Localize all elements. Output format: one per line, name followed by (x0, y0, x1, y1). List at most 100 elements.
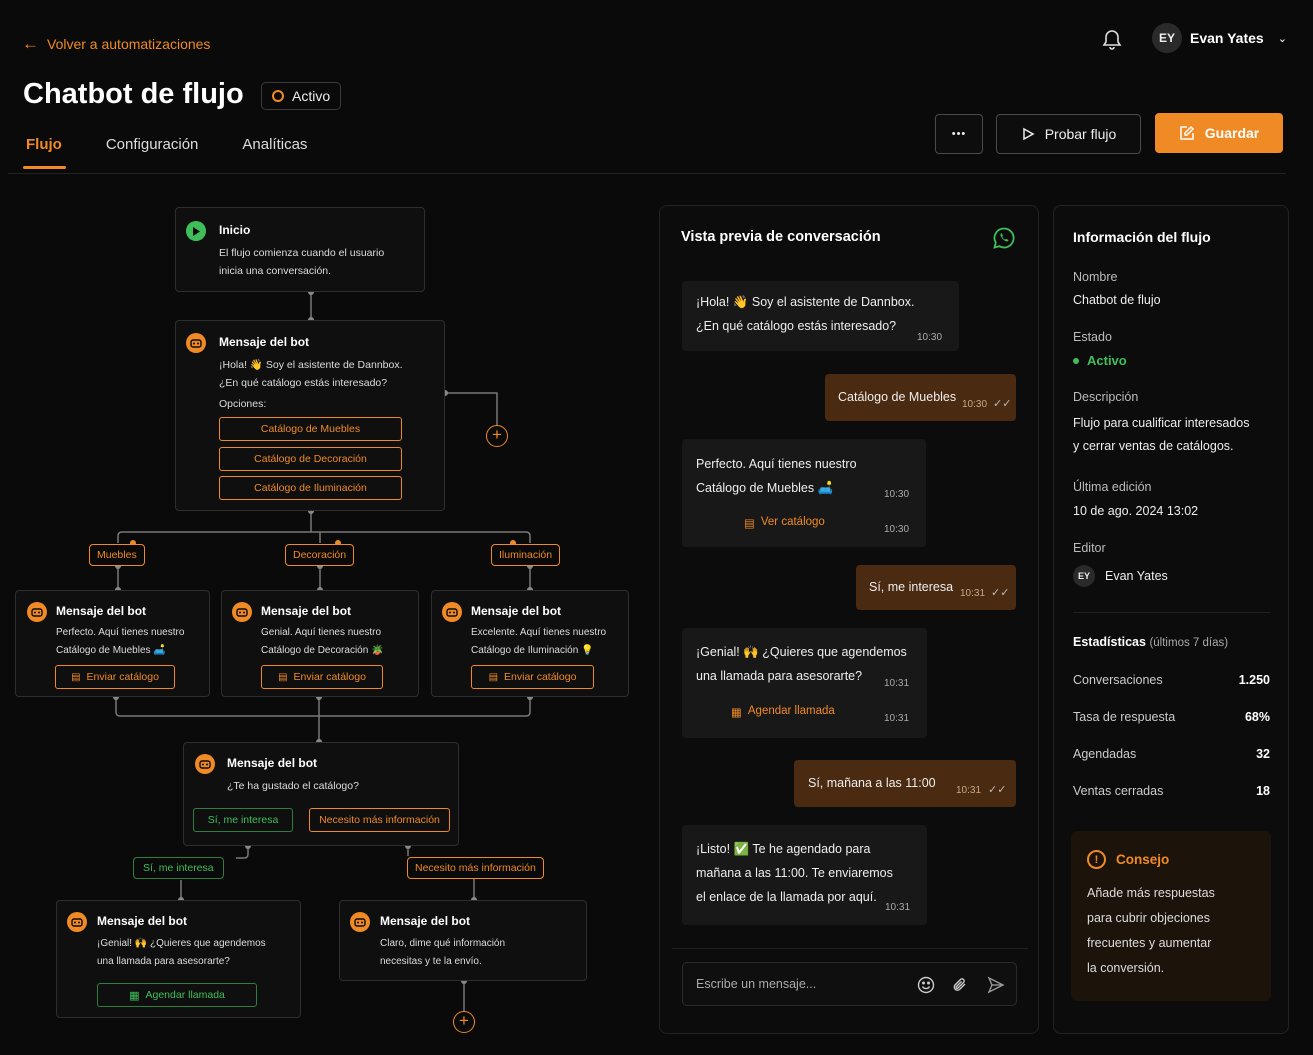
description-label: Descripción (1073, 390, 1139, 404)
flow-node-bot-schedule[interactable]: Mensaje del bot ¡Genial! 🙌 ¿Quieres que … (56, 900, 301, 1018)
status-dot-icon (1073, 357, 1079, 364)
info-icon: ! (1087, 850, 1106, 869)
flow-node-bot-muebles[interactable]: Mensaje del bot Perfecto. Aquí tienes nu… (15, 590, 210, 697)
message-time: 10:30 (884, 489, 910, 500)
chat-message-user: Sí, mañana a las 11:00 (794, 760, 1016, 807)
add-node-button[interactable]: + (486, 425, 508, 447)
message-time: 10:31 (885, 902, 911, 913)
play-icon (186, 221, 206, 241)
state-value: Activo (1073, 353, 1127, 368)
flow-node-bot-question[interactable]: Mensaje del bot ¿Te ha gustado el catálo… (183, 742, 459, 846)
flow-node-start[interactable]: Inicio El flujo comienza cuando el usuar… (175, 207, 425, 292)
node-title: Mensaje del bot (219, 335, 310, 349)
node-title: Mensaje del bot (227, 756, 318, 770)
message-time: 10:30 (884, 524, 910, 535)
calendar-icon: ▦ (129, 989, 140, 1002)
flow-node-bot-decoracion[interactable]: Mensaje del bot Genial. Aquí tienes nues… (221, 590, 419, 697)
more-button[interactable]: ••• (935, 114, 983, 154)
stat-row-conversaciones: Conversaciones 1.250 (1073, 673, 1270, 687)
state-label: Estado (1073, 330, 1112, 344)
document-icon: ▤ (71, 671, 81, 683)
node-text: Claro, dime qué información necesitas y t… (380, 938, 506, 967)
message-time: 10:31 (956, 785, 982, 796)
last-edited-label: Última edición (1073, 480, 1152, 494)
description-value: Flujo para cualificar interesados y cerra… (1073, 416, 1250, 453)
last-edited-value: 10 de ago. 2024 13:02 (1073, 504, 1199, 518)
editor-label: Editor (1073, 541, 1106, 555)
document-icon: ▤ (488, 671, 499, 683)
chat-divider (672, 948, 1028, 949)
node-title: Mensaje del bot (97, 914, 188, 928)
robot-icon (195, 754, 215, 774)
node-title: Inicio (219, 223, 251, 237)
option-muebles-button[interactable]: Catálogo de Muebles (219, 417, 402, 441)
stat-row-agendadas: Agendadas 32 (1073, 747, 1270, 761)
node-title: Mensaje del bot (471, 604, 562, 618)
name-value: Chatbot de flujo (1073, 293, 1161, 307)
flow-connectors (113, 289, 533, 1011)
robot-icon (442, 602, 462, 622)
emoji-icon[interactable] (917, 976, 935, 994)
document-icon: ▤ (744, 518, 755, 530)
branch-tag-iluminacion: Iluminación (491, 544, 561, 566)
node-text: Genial. Aquí tienes nuestro Catálogo de D… (261, 627, 384, 656)
branch-tag-muebles: Muebles (89, 544, 145, 566)
send-catalog-button[interactable]: ▤ Enviar catálogo (471, 665, 594, 689)
message-input-placeholder: Escribe un mensaje... (696, 977, 817, 991)
play-icon (1022, 127, 1035, 141)
user-menu[interactable]: EY Evan Yates ⌄ (1152, 23, 1287, 53)
send-icon[interactable] (987, 976, 1005, 994)
tip-card: ! Consejo Añade más respuestas para cubri… (1071, 831, 1271, 1001)
node-title: Mensaje del bot (261, 604, 352, 618)
whatsapp-icon (993, 227, 1015, 249)
schedule-call-button[interactable]: ▦ Agendar llamada (97, 983, 257, 1007)
save-label: Guardar (1204, 125, 1260, 141)
branch-tag-more-info: Necesito más información (407, 857, 544, 879)
message-input[interactable]: Escribe un mensaje... (682, 962, 1017, 1006)
edit-icon (1180, 125, 1194, 140)
robot-icon (232, 602, 252, 622)
tip-header: ! Consejo (1087, 850, 1169, 869)
save-button[interactable]: Guardar (1155, 113, 1283, 153)
node-text: Excelente. Aquí tienes nuestro Catálogo d… (471, 627, 607, 656)
flow-info-title: Información del flujo (1073, 229, 1211, 245)
user-name: Evan Yates (1190, 30, 1264, 46)
editor-value: EY Evan Yates (1073, 565, 1168, 587)
stats-heading: Estadísticas (últimos 7 días) (1073, 635, 1229, 649)
schedule-call-link[interactable]: ▦ Agendar llamada (731, 705, 835, 719)
answer-more-info-button[interactable]: Necesito más información (309, 808, 450, 832)
bell-icon[interactable] (1100, 27, 1124, 51)
info-divider (1073, 612, 1270, 613)
message-time: 10:30 (962, 399, 988, 410)
stat-row-ventas-cerradas: Ventas cerradas 18 (1073, 784, 1270, 798)
test-flow-button[interactable]: Probar flujo (996, 114, 1141, 154)
view-catalog-link[interactable]: ▤ Ver catálogo (744, 516, 825, 530)
avatar: EY (1152, 23, 1182, 53)
add-node-button[interactable]: + (453, 1011, 475, 1033)
chevron-down-icon: ⌄ (1277, 32, 1287, 45)
flow-node-bot-welcome[interactable]: Mensaje del bot ¡Hola! 👋 Soy el asistent… (175, 320, 445, 511)
double-check-icon: ✓✓ (993, 398, 1012, 410)
answer-yes-button[interactable]: Sí, me interesa (193, 808, 293, 832)
node-text: El flujo comienza cuando el usuario inici… (219, 247, 385, 277)
send-catalog-button[interactable]: ▤ Enviar catálogo (261, 665, 383, 689)
node-text: ¿Te ha gustado el catálogo? (227, 780, 359, 792)
option-iluminacion-button[interactable]: Catálogo de Iluminación (219, 476, 402, 500)
robot-icon (27, 602, 47, 622)
branch-tag-yes: Sí, me interesa (133, 857, 224, 879)
node-title: Mensaje del bot (380, 914, 471, 928)
name-label: Nombre (1073, 270, 1118, 284)
message-time: 10:31 (960, 588, 986, 599)
double-check-icon: ✓✓ (988, 784, 1007, 796)
attachment-icon[interactable] (951, 976, 969, 994)
node-text: ¡Hola! 👋 Soy el asistente de Dannbox. ¿En… (219, 359, 403, 410)
flow-node-bot-info[interactable]: Mensaje del bot Claro, dime qué informac… (339, 900, 587, 981)
more-dots-icon: ••• (951, 128, 967, 140)
message-time: 10:30 (917, 332, 943, 343)
chat-preview-title: Vista previa de conversación (681, 229, 881, 245)
message-time: 10:31 (884, 678, 910, 689)
double-check-icon: ✓✓ (991, 587, 1010, 599)
send-catalog-button[interactable]: ▤ Enviar catálogo (55, 665, 175, 689)
option-decoracion-button[interactable]: Catálogo de Decoración (219, 447, 402, 471)
flow-node-bot-iluminacion[interactable]: Mensaje del bot Excelente. Aquí tienes n… (431, 590, 629, 697)
